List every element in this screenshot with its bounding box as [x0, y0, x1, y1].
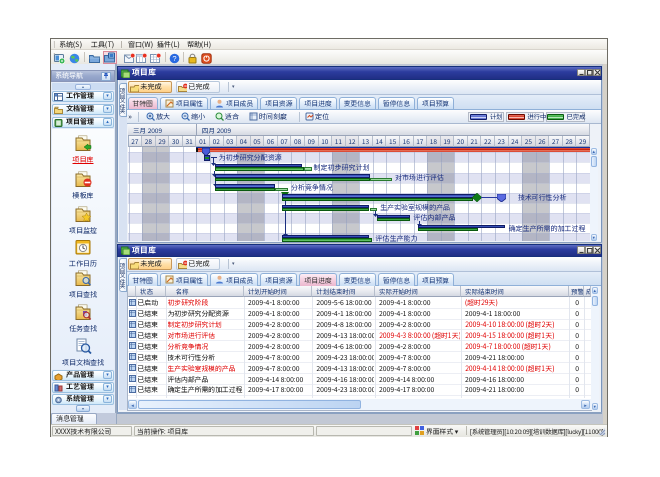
svg-text:?: ? — [172, 54, 176, 63]
